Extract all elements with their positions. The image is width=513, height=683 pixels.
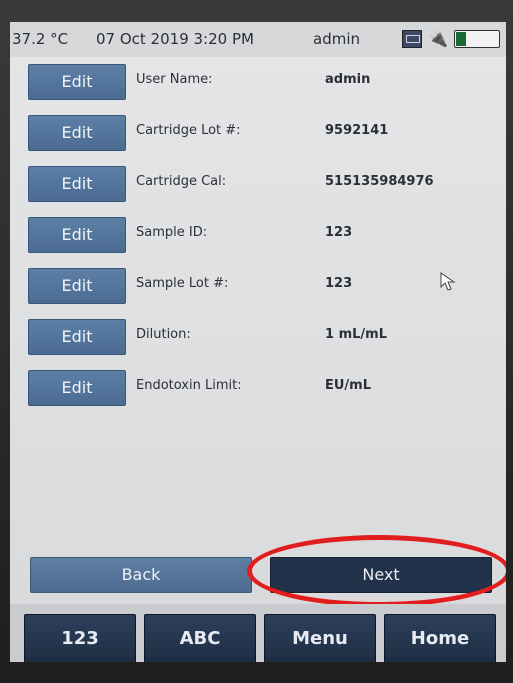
battery-level <box>456 32 466 46</box>
back-button[interactable]: Back <box>30 557 252 593</box>
edit-sample-lot-button[interactable]: Edit <box>28 268 126 304</box>
field-row-sample-lot: Edit Sample Lot #: 123 <box>10 266 506 306</box>
edit-sample-id-button[interactable]: Edit <box>28 217 126 253</box>
alpha-keyboard-button[interactable]: ABC <box>144 614 256 662</box>
field-row-dilution: Edit Dilution: 1 mL/mL <box>10 317 506 357</box>
field-row-cartridge-cal: Edit Cartridge Cal: 515135984976 <box>10 164 506 204</box>
edit-endotoxin-limit-button[interactable]: Edit <box>28 370 126 406</box>
power-plug-icon: 🔌 <box>428 29 448 48</box>
field-value: 1 mL/mL <box>325 327 387 342</box>
field-label: Cartridge Cal: <box>136 174 227 189</box>
field-row-user-name: Edit User Name: admin <box>10 62 506 102</box>
field-row-endotoxin-limit: Edit Endotoxin Limit: EU/mL <box>10 368 506 408</box>
field-label: Endotoxin Limit: <box>136 378 242 393</box>
temperature-readout: 37.2 °C <box>12 30 69 48</box>
field-label: Sample Lot #: <box>136 276 229 291</box>
numeric-keypad-button[interactable]: 123 <box>24 614 136 662</box>
status-bar: 37.2 °C 07 Oct 2019 3:20 PM admin 🔌 <box>10 22 506 57</box>
edit-cartridge-cal-button[interactable]: Edit <box>28 166 126 202</box>
field-row-sample-id: Edit Sample ID: 123 <box>10 215 506 255</box>
field-row-cartridge-lot: Edit Cartridge Lot #: 9592141 <box>10 113 506 153</box>
field-label: Dilution: <box>136 327 191 342</box>
network-icon <box>402 30 423 48</box>
battery-icon <box>454 30 500 48</box>
field-value: admin <box>325 72 371 87</box>
current-user: admin <box>313 30 360 48</box>
field-value: 123 <box>325 225 353 240</box>
edit-dilution-button[interactable]: Edit <box>28 319 126 355</box>
datetime-readout: 07 Oct 2019 3:20 PM <box>96 30 254 48</box>
field-label: User Name: <box>136 72 213 87</box>
field-value: 123 <box>325 276 353 291</box>
field-label: Sample ID: <box>136 225 208 240</box>
status-icons: 🔌 <box>402 28 500 50</box>
bottom-bar: 123 ABC Menu Home <box>10 604 506 662</box>
field-label: Cartridge Lot #: <box>136 123 241 138</box>
edit-cartridge-lot-button[interactable]: Edit <box>28 115 126 151</box>
device-screen: 37.2 °C 07 Oct 2019 3:20 PM admin 🔌 Edit… <box>10 22 506 662</box>
red-highlight-circle <box>247 535 506 607</box>
home-button[interactable]: Home <box>384 614 496 662</box>
field-value: 515135984976 <box>325 174 434 189</box>
mouse-cursor-icon <box>440 272 456 291</box>
field-value: 9592141 <box>325 123 389 138</box>
field-value: EU/mL <box>325 378 372 393</box>
menu-button[interactable]: Menu <box>264 614 376 662</box>
edit-user-name-button[interactable]: Edit <box>28 64 126 100</box>
